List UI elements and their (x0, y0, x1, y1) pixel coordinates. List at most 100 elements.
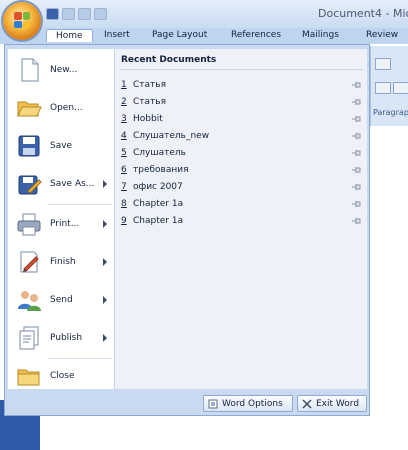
menu-item-label: Finish (50, 257, 76, 267)
submenu-arrow-icon (103, 334, 107, 342)
menu-item-open[interactable]: Open... (8, 91, 114, 127)
menu-footer: Word Options Exit Word (5, 391, 369, 415)
recent-document-name: Слушатель_new (133, 131, 210, 141)
pin-icon[interactable] (351, 166, 361, 174)
pin-icon[interactable] (351, 200, 361, 208)
menu-item-new[interactable]: New... (8, 53, 114, 89)
word-options-label: Word Options (222, 399, 283, 409)
recent-document-name: Hobbit (133, 114, 163, 124)
recent-document-number: 7 (121, 182, 127, 192)
office-button[interactable] (3, 2, 41, 40)
line-spacing-icon[interactable] (393, 82, 408, 94)
menu-item-send[interactable]: Send (8, 283, 114, 319)
menu-item-close[interactable]: Close (8, 359, 114, 395)
new-document-icon (21, 58, 39, 82)
save-as-icon (18, 175, 42, 195)
word-options-icon (208, 399, 218, 409)
pin-icon[interactable] (351, 81, 361, 89)
recent-document-name: Слушатель (133, 148, 186, 158)
qat-customize-icon[interactable] (94, 8, 107, 20)
menu-item-print[interactable]: Print... (8, 207, 114, 243)
recent-document-name: Статья (133, 80, 167, 90)
recent-documents-pane: Recent Documents 1 Статья 2 Статья 3 Hob… (115, 49, 367, 389)
tab-review[interactable]: Review (366, 30, 398, 40)
pin-icon[interactable] (351, 183, 361, 191)
menu-item-label: Close (50, 371, 75, 381)
title-bar: Document4 - Micro (0, 0, 408, 28)
open-folder-icon (17, 101, 42, 117)
qat-undo-icon[interactable] (62, 8, 75, 20)
pin-icon[interactable] (351, 217, 361, 225)
recent-documents-title: Recent Documents (121, 55, 217, 65)
recent-document-number: 1 (121, 80, 127, 90)
ribbon-paragraph-group: Paragrap (370, 46, 408, 126)
pin-icon[interactable] (351, 98, 361, 106)
menu-item-label: Open... (50, 103, 83, 113)
recent-document-item[interactable]: 9 Chapter 1a (115, 213, 367, 229)
align-icon[interactable] (375, 82, 391, 94)
recent-document-item[interactable]: 6 требования (115, 162, 367, 178)
submenu-arrow-icon (103, 296, 107, 304)
recent-document-name: Chapter 1a (133, 216, 184, 226)
submenu-arrow-icon (103, 180, 107, 188)
recent-document-item[interactable]: 7 офис 2007 (115, 179, 367, 195)
tab-insert[interactable]: Insert (104, 30, 130, 40)
recent-document-number: 4 (121, 131, 127, 141)
finish-pen-icon (20, 251, 39, 273)
numbering-icon[interactable] (375, 58, 391, 70)
word-options-button[interactable]: Word Options (203, 395, 293, 412)
menu-separator (48, 204, 112, 205)
window-title: Document4 - Micro (318, 7, 408, 20)
menu-item-label: Save (50, 141, 73, 151)
recent-document-item[interactable]: 5 Слушатель (115, 145, 367, 161)
pin-icon[interactable] (351, 132, 361, 140)
recent-document-item[interactable]: 8 Chapter 1a (115, 196, 367, 212)
recent-document-number: 8 (121, 199, 127, 209)
menu-item-label: Send (50, 295, 73, 305)
recent-document-item[interactable]: 4 Слушатель_new (115, 128, 367, 144)
recent-documents-divider (119, 69, 363, 70)
floppy-disk-icon (18, 135, 40, 157)
office-menu: New... Open... Save Save As... Print... … (4, 44, 370, 416)
quick-access-toolbar (46, 8, 107, 20)
menu-item-label: Print... (50, 219, 80, 229)
recent-document-number: 2 (121, 97, 127, 107)
menu-item-label: New... (50, 65, 78, 75)
menu-commands-pane: New... Open... Save Save As... Print... … (8, 49, 115, 389)
menu-item-publish[interactable]: Publish (8, 321, 114, 357)
office-logo-icon (14, 12, 30, 28)
exit-word-button[interactable]: Exit Word (297, 395, 367, 412)
recent-document-number: 3 (121, 114, 127, 124)
recent-document-number: 6 (121, 165, 127, 175)
menu-item-finish[interactable]: Finish (8, 245, 114, 281)
recent-document-number: 9 (121, 216, 127, 226)
pin-icon[interactable] (351, 149, 361, 157)
tab-mailings[interactable]: Mailings (302, 30, 339, 40)
exit-x-icon (302, 399, 312, 409)
paragraph-group-label: Paragrap (373, 108, 408, 117)
pin-icon[interactable] (351, 115, 361, 123)
recent-document-item[interactable]: 3 Hobbit (115, 111, 367, 127)
menu-item-save[interactable]: Save (8, 129, 114, 165)
publish-icon (19, 326, 39, 350)
tab-references[interactable]: References (231, 30, 281, 40)
recent-document-name: требования (133, 165, 189, 175)
menu-item-label: Publish (50, 333, 83, 343)
recent-document-number: 5 (121, 148, 127, 158)
close-folder-icon (17, 369, 40, 386)
printer-icon (17, 213, 41, 236)
recent-document-item[interactable]: 2 Статья (115, 94, 367, 110)
submenu-arrow-icon (103, 220, 107, 228)
menu-item-label: Save As... (50, 179, 95, 189)
submenu-arrow-icon (103, 258, 107, 266)
qat-redo-icon[interactable] (78, 8, 91, 20)
send-people-icon (18, 291, 41, 311)
menu-item-save-as[interactable]: Save As... (8, 167, 114, 203)
qat-save-icon[interactable] (46, 8, 59, 20)
recent-document-item[interactable]: 1 Статья (115, 77, 367, 93)
recent-document-name: офис 2007 (133, 182, 183, 192)
tab-page-layout[interactable]: Page Layout (152, 30, 207, 40)
recent-document-name: Статья (133, 97, 167, 107)
recent-document-name: Chapter 1a (133, 199, 184, 209)
tab-home[interactable]: Home (46, 29, 93, 42)
